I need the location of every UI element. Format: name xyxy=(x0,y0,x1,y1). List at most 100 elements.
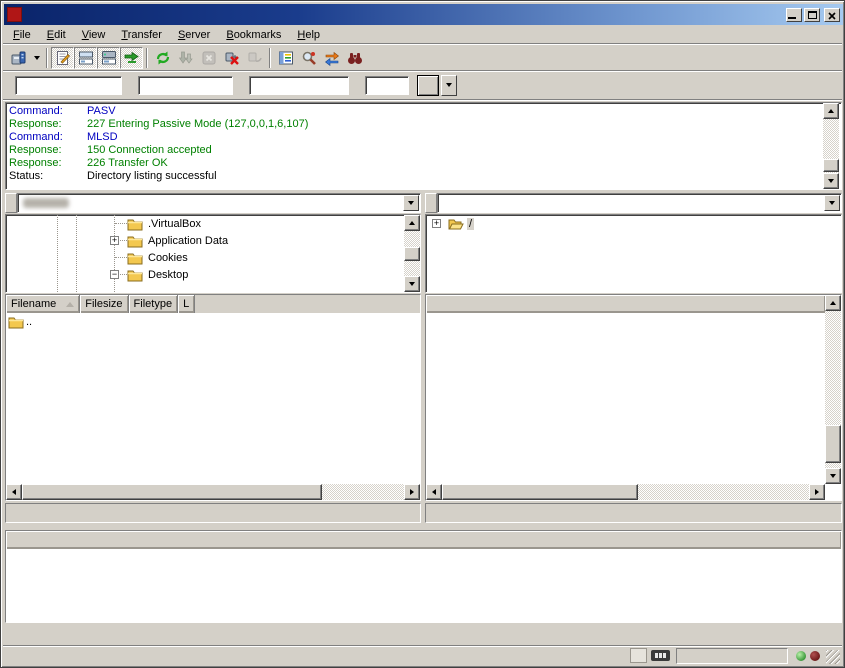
local-file-list[interactable]: Filename Filesize Filetype L xyxy=(5,294,421,501)
local-site-dropdown[interactable] xyxy=(403,195,419,211)
remote-list-vscrollbar[interactable] xyxy=(825,295,841,484)
local-list-header: Filename Filesize Filetype L xyxy=(6,295,420,313)
tree-connector xyxy=(115,223,127,224)
title-bar[interactable] xyxy=(4,4,843,25)
menu-item[interactable]: Bookmarks xyxy=(218,27,289,43)
menu-item[interactable]: View xyxy=(74,27,114,43)
scroll-thumb[interactable] xyxy=(404,247,420,261)
local-site-label xyxy=(5,193,17,213)
remote-list-hscrollbar[interactable] xyxy=(426,484,825,500)
arrow-left-icon xyxy=(432,489,436,495)
menu-item[interactable]: Server xyxy=(170,27,218,43)
menu-item[interactable]: Transfer xyxy=(113,27,170,43)
message-log-icon xyxy=(55,50,71,66)
column-header[interactable]: Filetype xyxy=(129,295,179,313)
queue-status-text xyxy=(676,648,788,664)
local-tree-scrollbar[interactable] xyxy=(404,215,420,292)
remote-site-dropdown[interactable] xyxy=(824,195,840,211)
quickconnect-bar xyxy=(5,72,840,98)
toolbar-separator xyxy=(146,48,148,68)
toggle-transfer-queue-button[interactable] xyxy=(120,47,143,69)
arrow-up-icon xyxy=(828,109,834,113)
refresh-button[interactable] xyxy=(151,47,174,69)
toggle-message-log-button[interactable] xyxy=(51,47,74,69)
scroll-right-button[interactable] xyxy=(809,484,825,500)
local-site-combo[interactable] xyxy=(17,193,421,213)
username-input[interactable] xyxy=(138,76,233,95)
process-queue-button[interactable] xyxy=(174,47,197,69)
site-manager-icon xyxy=(10,50,27,66)
column-header[interactable]: L xyxy=(178,295,195,313)
close-button[interactable] xyxy=(824,8,840,22)
port-input[interactable] xyxy=(365,76,409,95)
dropdown-arrow-icon xyxy=(829,201,835,205)
process-queue-icon xyxy=(178,50,194,66)
column-header-filler xyxy=(6,531,841,549)
local-list-hscrollbar[interactable] xyxy=(6,484,420,500)
transfer-queue[interactable] xyxy=(5,530,842,623)
scroll-left-button[interactable] xyxy=(426,484,442,500)
minimize-button[interactable] xyxy=(786,8,802,22)
filezilla-window: File Edit View Transfer Server Bookmarks… xyxy=(0,0,845,668)
password-input[interactable] xyxy=(249,76,349,95)
scroll-down-button[interactable] xyxy=(825,468,841,484)
log-scrollbar[interactable] xyxy=(823,103,839,189)
remote-file-list[interactable] xyxy=(425,294,842,501)
dropdown-arrow-icon xyxy=(446,83,452,87)
toggle-local-tree-button[interactable] xyxy=(74,47,97,69)
resize-grip[interactable] xyxy=(826,650,840,664)
tree-item[interactable]: Desktop xyxy=(6,266,420,283)
tree-item[interactable]: / xyxy=(426,215,841,232)
tree-expander[interactable] xyxy=(110,236,119,245)
column-header[interactable]: Filename xyxy=(6,295,80,313)
tree-expander[interactable] xyxy=(110,270,119,279)
reconnect-button[interactable] xyxy=(243,47,266,69)
transfer-type-icon xyxy=(630,648,647,663)
find-files-button[interactable] xyxy=(343,47,366,69)
scroll-up-button[interactable] xyxy=(825,295,841,311)
comparison-icon xyxy=(301,50,317,66)
tree-item[interactable]: .VirtualBox xyxy=(6,215,420,232)
dropdown-arrow-icon xyxy=(34,56,40,60)
folder-open-icon xyxy=(448,216,464,232)
host-input[interactable] xyxy=(15,76,122,95)
tree-item[interactable]: Application Data xyxy=(6,232,420,249)
tree-expander[interactable] xyxy=(432,219,441,228)
directory-comparison-button[interactable] xyxy=(297,47,320,69)
scroll-thumb[interactable] xyxy=(823,159,839,172)
synchronized-browsing-button[interactable] xyxy=(320,47,343,69)
scroll-down-button[interactable] xyxy=(404,276,420,292)
scroll-right-button[interactable] xyxy=(404,484,420,500)
quickconnect-button[interactable] xyxy=(417,75,439,96)
log-line: Command: PASV xyxy=(9,105,841,118)
local-directory-tree[interactable]: .VirtualBox Application Data Cookies D xyxy=(5,214,421,293)
message-log[interactable]: Command: PASV Response: 227 Entering Pas… xyxy=(5,102,842,190)
scroll-thumb[interactable] xyxy=(22,484,322,500)
menu-item[interactable]: Edit xyxy=(39,27,74,43)
scroll-left-button[interactable] xyxy=(6,484,22,500)
scroll-up-button[interactable] xyxy=(823,103,839,119)
menu-item[interactable]: Help xyxy=(289,27,328,43)
scroll-down-button[interactable] xyxy=(823,173,839,189)
scroll-thumb[interactable] xyxy=(825,425,841,463)
remote-directory-tree[interactable]: / xyxy=(425,214,842,293)
filter-icon xyxy=(278,50,294,66)
maximize-button[interactable] xyxy=(804,8,820,22)
toggle-remote-tree-button[interactable] xyxy=(97,47,120,69)
menu-item[interactable]: File xyxy=(5,27,39,43)
disconnect-button[interactable] xyxy=(220,47,243,69)
scroll-up-button[interactable] xyxy=(404,215,420,231)
site-manager-dropdown[interactable] xyxy=(30,47,43,69)
speed-limits-icon[interactable] xyxy=(651,650,670,661)
tree-item[interactable]: Cookies xyxy=(6,249,420,266)
site-manager-button[interactable] xyxy=(7,47,30,69)
quickconnect-dropdown[interactable] xyxy=(441,75,457,96)
arrow-down-icon xyxy=(409,282,415,286)
cancel-button[interactable] xyxy=(197,47,220,69)
file-row[interactable]: .. xyxy=(6,313,420,330)
directory-listing-filters-button[interactable] xyxy=(274,47,297,69)
scroll-thumb[interactable] xyxy=(442,484,638,500)
separator-line xyxy=(3,99,842,101)
column-header[interactable]: Filesize xyxy=(80,295,128,313)
remote-site-combo[interactable] xyxy=(437,193,842,213)
